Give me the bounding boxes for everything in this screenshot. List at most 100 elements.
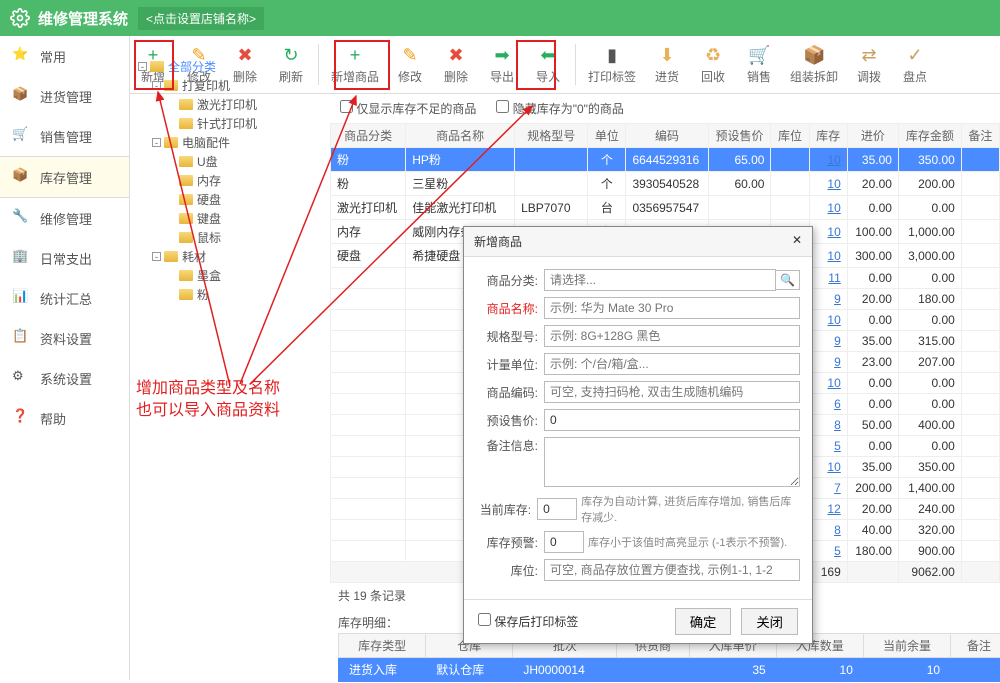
sidebar-item-5[interactable]: 🏢日常支出 [0,238,129,278]
price-input[interactable] [544,409,800,431]
tree-node[interactable]: 针式打印机 [138,114,322,133]
stock-link[interactable]: 10 [827,153,840,167]
stock-link[interactable]: 10 [827,201,840,215]
tree-node[interactable]: -全部分类 [138,57,322,76]
col-header[interactable]: 进价 [847,124,898,148]
toolbar-导入[interactable]: ⬅导入 [525,40,571,89]
sidebar-item-9[interactable]: ❓帮助 [0,398,129,438]
ok-button[interactable]: 确定 [675,608,732,635]
note-input[interactable] [544,437,800,487]
detail-row[interactable]: 进货入库默认仓库JH0000014351010 [339,658,1000,682]
toolbar-打印标签[interactable]: ▮打印标签 [580,40,644,89]
toolbar-进货[interactable]: ⬇进货 [644,40,690,89]
tree-node[interactable]: 墨盒 [138,266,322,285]
stock-link[interactable]: 5 [834,544,841,558]
checkbox-hide-zero[interactable]: 隐藏库存为"0"的商品 [496,100,624,117]
search-icon[interactable]: 🔍 [775,270,800,290]
stock-link[interactable]: 12 [827,502,840,516]
tree-node[interactable]: U盘 [138,152,322,171]
name-input[interactable] [544,297,800,319]
toolbar-导出[interactable]: ➡导出 [479,40,525,89]
folder-icon [179,99,193,110]
col-header[interactable]: 商品分类 [331,124,406,148]
stock-link[interactable]: 10 [827,313,840,327]
toolbar-盘点[interactable]: ✓盘点 [892,40,938,89]
toolbar-组装拆卸[interactable]: 📦组装拆卸 [782,40,846,89]
folder-icon [164,137,178,148]
sidebar-item-0[interactable]: ⭐常用 [0,36,129,76]
sidebar-item-7[interactable]: 📋资料设置 [0,318,129,358]
sidebar-item-2[interactable]: 🛒销售管理 [0,116,129,156]
sidebar-item-3[interactable]: 📦库存管理 [0,156,129,198]
col-header[interactable]: 单位 [588,124,626,148]
stock-link[interactable]: 8 [834,523,841,537]
tree-toggle[interactable]: - [152,138,161,147]
folder-icon [164,251,178,262]
col-header[interactable]: 规格型号 [515,124,588,148]
close-icon[interactable]: ✕ [792,233,802,250]
toolbar-icon: ▮ [601,44,623,66]
col-header[interactable]: 预设售价 [708,124,771,148]
save-print-checkbox[interactable]: 保存后打印标签 [478,613,578,630]
tree-node[interactable]: 硬盘 [138,190,322,209]
col-header[interactable]: 库存金额 [898,124,961,148]
col-header[interactable]: 编码 [626,124,708,148]
tree-node[interactable]: 键盘 [138,209,322,228]
app-title: 维修管理系统 [38,8,128,29]
loc-input[interactable] [544,559,800,581]
checkbox-low-stock[interactable]: 仅显示库存不足的商品 [340,100,476,117]
folder-icon [179,289,193,300]
stock-link[interactable]: 6 [834,397,841,411]
tree-node[interactable]: -电脑配件 [138,133,322,152]
tree-toggle[interactable]: - [138,62,147,71]
stock-link[interactable]: 11 [828,271,840,285]
nav-icon: ⚙ [12,368,32,388]
tree-node[interactable]: 内存 [138,171,322,190]
tree-node[interactable]: -打复印机 [138,76,322,95]
col-header[interactable]: 备注 [961,124,999,148]
toolbar-新增商品[interactable]: +新增商品 [323,40,387,89]
stock-link[interactable]: 9 [834,355,841,369]
toolbar-修改[interactable]: ✎修改 [387,40,433,89]
stock-link[interactable]: 9 [834,334,841,348]
stock-link[interactable]: 10 [827,249,840,263]
code-input[interactable] [544,381,800,403]
folder-icon [179,270,193,281]
spec-input[interactable] [544,325,800,347]
table-row[interactable]: 激光打印机佳能激光打印机LBP7070台0356957547100.000.00 [331,196,1000,220]
sidebar-item-4[interactable]: 🔧维修管理 [0,198,129,238]
unit-input[interactable] [544,353,800,375]
stock-link[interactable]: 10 [827,225,840,239]
tree-toggle[interactable]: - [152,81,161,90]
sidebar-item-8[interactable]: ⚙系统设置 [0,358,129,398]
toolbar-调拨[interactable]: ⇄调拨 [846,40,892,89]
stock-link[interactable]: 10 [827,177,840,191]
stock-link[interactable]: 5 [834,439,841,453]
stock-link[interactable]: 7 [834,481,841,495]
col-header[interactable]: 商品名称 [406,124,515,148]
tree-node[interactable]: 粉 [138,285,322,304]
table-row[interactable]: 粉三星粉个393054052860.001020.00200.00 [331,172,1000,196]
tree-toggle[interactable]: - [152,252,161,261]
warn-input[interactable] [544,531,584,553]
col-header[interactable]: 库位 [771,124,809,148]
toolbar-回收[interactable]: ♻回收 [690,40,736,89]
tree-node[interactable]: 激光打印机 [138,95,322,114]
stock-link[interactable]: 10 [827,460,840,474]
stock-link[interactable]: 9 [834,292,841,306]
tree-node[interactable]: 鼠标 [138,228,322,247]
toolbar-销售[interactable]: 🛒销售 [736,40,782,89]
stock-link[interactable]: 10 [827,376,840,390]
sidebar-item-1[interactable]: 📦进货管理 [0,76,129,116]
category-select[interactable] [544,269,776,291]
shop-name-link[interactable]: <点击设置店铺名称> [138,7,264,30]
toolbar-删除[interactable]: ✖删除 [433,40,479,89]
toolbar-icon: ✎ [399,44,421,66]
stock-link[interactable]: 8 [834,418,841,432]
table-row[interactable]: 粉HP粉个664452931665.001035.00350.00 [331,148,1000,172]
stock-input[interactable] [537,498,577,520]
cancel-button[interactable]: 关闭 [741,608,798,635]
col-header[interactable]: 库存 [809,124,847,148]
sidebar-item-6[interactable]: 📊统计汇总 [0,278,129,318]
tree-node[interactable]: -耗材 [138,247,322,266]
